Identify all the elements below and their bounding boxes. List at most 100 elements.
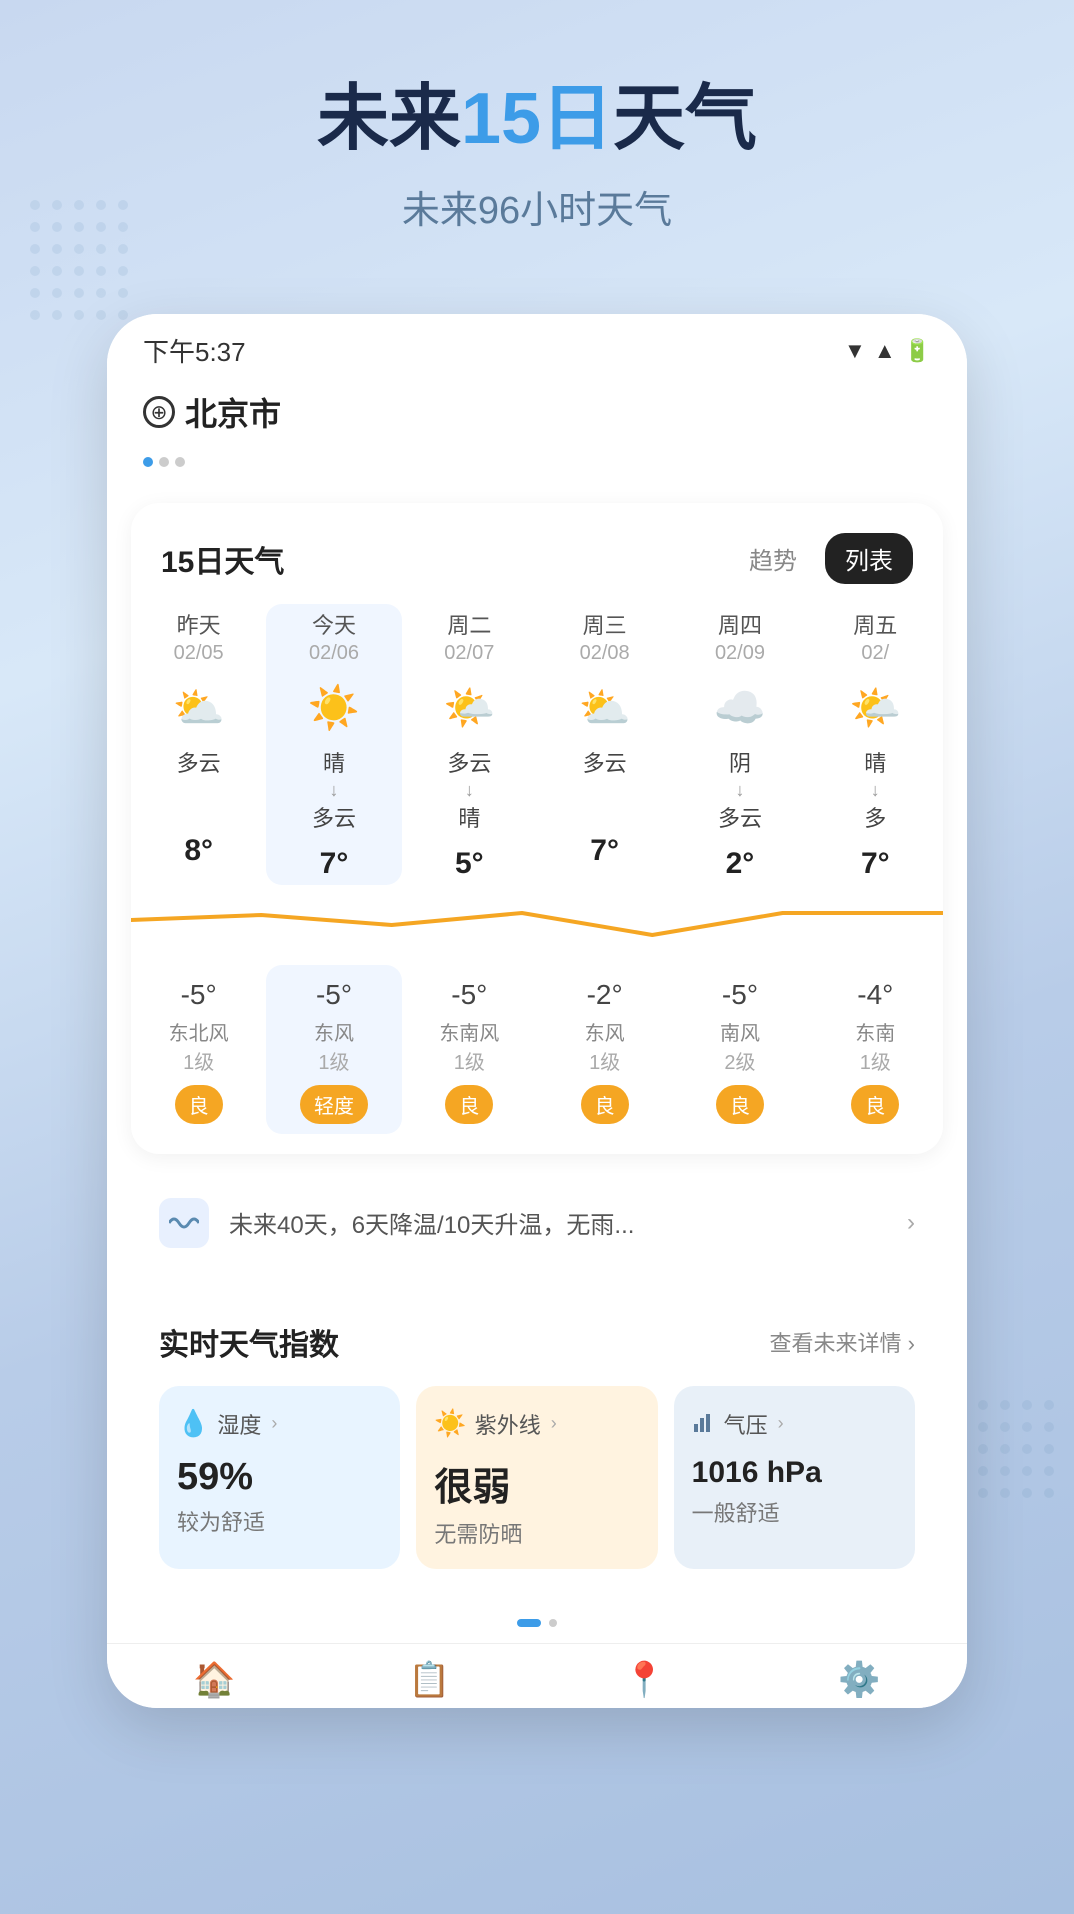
- home-icon: 🏠: [193, 1660, 235, 1700]
- col-aqi-5: 良: [851, 1085, 899, 1124]
- col-date-1: 02/06: [270, 642, 397, 677]
- page-indicator: [107, 1603, 967, 1643]
- indices-title: 实时天气指数: [159, 1320, 339, 1364]
- col-wind-dir-2: 东南风: [406, 1017, 533, 1046]
- humidity-label: 湿度: [217, 1408, 261, 1440]
- phone-mockup: 下午5:37 ▼ ▲ 🔋 ⊕ 北京市 15日天气: [107, 314, 967, 1707]
- hero-subtitle: 未来96小时天气: [0, 179, 1074, 234]
- notice-arrow-icon: ›: [907, 1209, 915, 1237]
- nav-item-settings[interactable]: ⚙️: [752, 1660, 967, 1700]
- col-day-5: 周五: [812, 604, 939, 642]
- col-icon-1: ☀️: [270, 677, 397, 739]
- col-aqi-0: 良: [175, 1085, 223, 1124]
- nav-item-home[interactable]: 🏠: [107, 1660, 322, 1700]
- indices-more-link[interactable]: 查看未来详情 ›: [770, 1326, 915, 1358]
- weather-col-today: 今天 02/06 ☀️ 晴 ↓ 多云 7°: [266, 604, 401, 884]
- col-high-3: 7°: [541, 820, 668, 872]
- location-icon: 📍: [623, 1660, 665, 1700]
- col-weather1-1: 晴: [270, 740, 397, 780]
- pressure-arrow: ›: [778, 1413, 784, 1434]
- col-wind-dir-3: 东风: [541, 1017, 668, 1046]
- col-date-3: 02/08: [541, 642, 668, 677]
- col-weather1-4: 阴: [676, 740, 803, 780]
- index-card-humidity[interactable]: 💧 湿度 › 59% 较为舒适: [159, 1386, 400, 1569]
- col-icon-5: 🌤️: [812, 677, 939, 739]
- weather-low-table: -5° 东北风 1级 良 -5° 东风 1级 轻度 -5°: [131, 965, 943, 1134]
- humidity-value: 59%: [177, 1456, 382, 1499]
- col-high-1: 7°: [270, 833, 397, 885]
- weather-col-fri: 周五 02/ 🌤️ 晴 ↓ 多 7°: [808, 604, 943, 884]
- col-wind-level-5: 1级: [812, 1046, 939, 1085]
- nav-item-location[interactable]: 📍: [537, 1660, 752, 1700]
- phone-mockup-container: 下午5:37 ▼ ▲ 🔋 ⊕ 北京市 15日天气: [0, 314, 1074, 1707]
- indices-header: 实时天气指数 查看未来详情 ›: [159, 1320, 915, 1364]
- col-date-4: 02/09: [676, 642, 803, 677]
- weather-table: 昨天 02/05 ⛅ 多云 8° 今天 02/06 ☀️ 晴 ↓ 多云 7°: [131, 604, 943, 884]
- col-aqi-3: 良: [581, 1085, 629, 1124]
- dot-1: [143, 457, 153, 467]
- notice-text: 未来40天，6天降温/10天升温，无雨...: [229, 1205, 887, 1240]
- pressure-icon: [692, 1408, 716, 1439]
- col-high-0: 8°: [135, 820, 262, 872]
- card-title: 15日天气: [161, 537, 284, 581]
- weather-col-wed: 周三 02/08 ⛅ 多云 7°: [537, 604, 672, 884]
- hero-title: 未来15日天气: [0, 80, 1074, 159]
- weather-low-col-2: -5° 东南风 1级 良: [402, 965, 537, 1134]
- col-weather-3: 多云: [541, 740, 668, 780]
- tab-list[interactable]: 列表: [825, 533, 913, 584]
- temp-curve-area: [131, 885, 943, 965]
- pressure-bar-icon: [692, 1412, 716, 1432]
- weather-col-thu: 周四 02/09 ☁️ 阴 ↓ 多云 2°: [672, 604, 807, 884]
- col-wind-level-2: 1级: [406, 1046, 533, 1085]
- signal-icon: ▲: [874, 338, 896, 364]
- col-low-3: -2°: [541, 965, 668, 1017]
- weather-card: 15日天气 趋势 列表 昨天 02/05 ⛅ 多云 8°: [131, 503, 943, 1153]
- col-wind-dir-1: 东风: [270, 1017, 397, 1046]
- col-high-2: 5°: [406, 833, 533, 885]
- uv-value: 很弱: [434, 1456, 639, 1511]
- index-card-pressure[interactable]: 气压 › 1016 hPa 一般舒适: [674, 1386, 915, 1569]
- col-aqi-4: 良: [716, 1085, 764, 1124]
- col-wind-dir-5: 东南: [812, 1017, 939, 1046]
- list-icon: 📋: [408, 1660, 450, 1700]
- index-uv-header: ☀️ 紫外线 ›: [434, 1408, 639, 1440]
- forecast-notice[interactable]: 未来40天，6天降温/10天升温，无雨... ›: [131, 1174, 943, 1272]
- humidity-arrow: ›: [271, 1413, 277, 1434]
- location-page-dots: [107, 451, 967, 483]
- col-high-5: 7°: [812, 833, 939, 885]
- weather-low-col-0: -5° 东北风 1级 良: [131, 965, 266, 1134]
- uv-desc: 无需防晒: [434, 1517, 639, 1549]
- col-day-2: 周二: [406, 604, 533, 642]
- col-arrow-5: ↓: [812, 780, 939, 801]
- status-bar: 下午5:37 ▼ ▲ 🔋: [107, 314, 967, 379]
- location-bar[interactable]: ⊕ 北京市: [107, 379, 967, 451]
- col-wind-level-1: 1级: [270, 1046, 397, 1085]
- dot-2: [159, 457, 169, 467]
- col-low-4: -5°: [676, 965, 803, 1017]
- tab-trend[interactable]: 趋势: [729, 533, 817, 584]
- wifi-icon: ▼: [844, 338, 866, 364]
- weather-low-col-4: -5° 南风 2级 良: [672, 965, 807, 1134]
- nav-item-list[interactable]: 📋: [322, 1660, 537, 1700]
- dot-3: [175, 457, 185, 467]
- wave-svg: [169, 1213, 199, 1233]
- pressure-desc: 一般舒适: [692, 1496, 897, 1528]
- index-card-uv[interactable]: ☀️ 紫外线 › 很弱 无需防晒: [416, 1386, 657, 1569]
- location-name: 北京市: [185, 389, 281, 435]
- weather-low-col-3: -2° 东风 1级 良: [537, 965, 672, 1134]
- humidity-desc: 较为舒适: [177, 1505, 382, 1537]
- uv-icon: ☀️: [434, 1408, 466, 1439]
- col-day-3: 周三: [541, 604, 668, 642]
- indices-section: 实时天气指数 查看未来详情 › 💧 湿度 › 59% 较为舒适: [131, 1292, 943, 1593]
- col-aqi-1: 轻度: [300, 1085, 368, 1124]
- col-weather1-5: 晴: [812, 740, 939, 780]
- settings-icon: ⚙️: [838, 1660, 880, 1700]
- weather-col-tue: 周二 02/07 🌤️ 多云 ↓ 晴 5°: [402, 604, 537, 884]
- card-header: 15日天气 趋势 列表: [131, 533, 943, 604]
- temp-curve-svg: [131, 885, 943, 965]
- bottom-nav: 🏠 📋 📍 ⚙️: [107, 1643, 967, 1708]
- page-dot-2: [549, 1619, 557, 1627]
- hero-section: 未来15日天气 未来96小时天气: [0, 0, 1074, 274]
- col-low-1: -5°: [270, 965, 397, 1017]
- col-day-0: 昨天: [135, 604, 262, 642]
